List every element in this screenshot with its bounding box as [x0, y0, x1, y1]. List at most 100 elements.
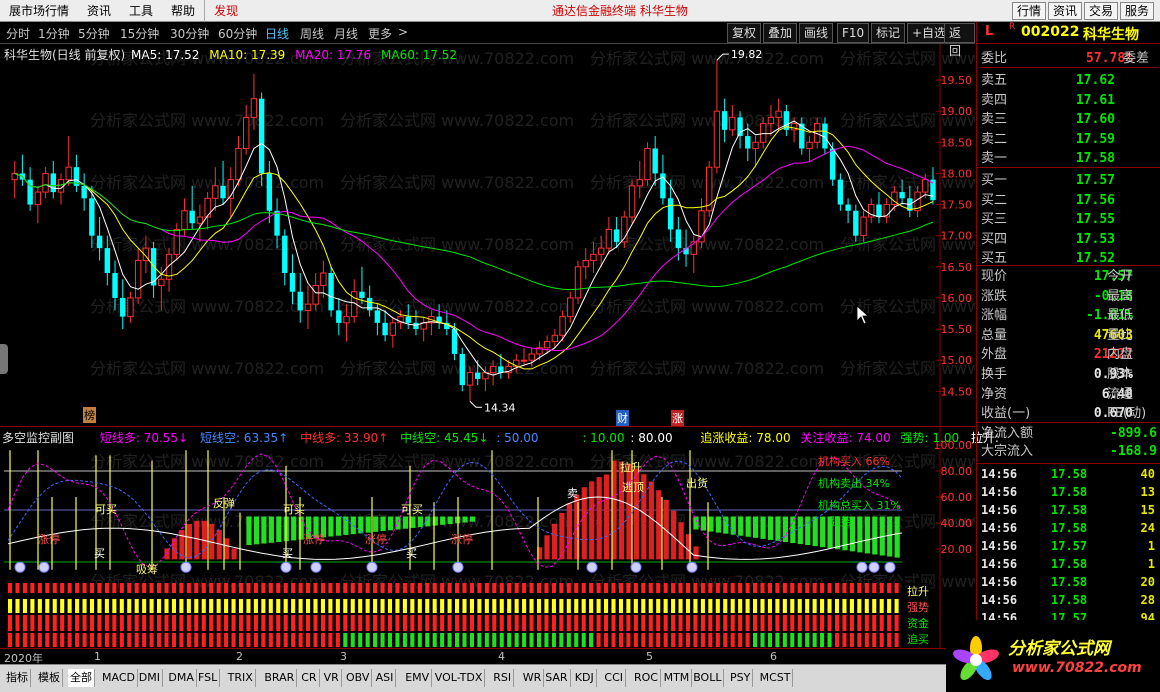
strip-red: [641, 583, 646, 593]
tab-[interactable]: 全部: [68, 669, 95, 687]
indicator-chart[interactable]: 分析家公式网 www.70822.com 分析家公式网 www.70822.com…: [0, 426, 999, 664]
tab-vr[interactable]: VR: [322, 669, 342, 687]
marker-bang[interactable]: 榜: [83, 407, 96, 423]
candlestick-chart[interactable]: 分析家公式网 www.70822.com 分析家公式网 www.70822.com…: [0, 44, 975, 426]
draw-button[interactable]: 画线: [799, 23, 834, 43]
strip-yellow: [283, 599, 288, 613]
period-weekly[interactable]: 周线: [300, 25, 324, 42]
tab-roc[interactable]: ROC: [632, 669, 661, 687]
chevron-right-icon[interactable]: >: [398, 25, 408, 39]
stat-row: 外盘 21227 内盘: [979, 345, 1159, 364]
tab-dma[interactable]: DMA: [166, 669, 197, 687]
tab-emv[interactable]: EMV: [403, 669, 433, 687]
ask-row: 卖二 17.59: [979, 130, 1159, 149]
signal-buy-1: 买: [94, 547, 105, 560]
period-1min[interactable]: 1分钟: [38, 25, 70, 42]
candle-body: [899, 192, 905, 199]
tab-cr[interactable]: CR: [299, 669, 320, 687]
strip-red: [67, 633, 72, 647]
side-handle[interactable]: [0, 344, 8, 374]
strip-red: [484, 615, 489, 631]
tab-psy[interactable]: PSY: [728, 669, 754, 687]
adjust-button[interactable]: 复权: [727, 23, 762, 43]
back-button[interactable]: 返回: [944, 23, 975, 58]
tab-[interactable]: 指标: [4, 669, 31, 687]
overlay-button[interactable]: 叠加: [763, 23, 798, 43]
ask-value: 17.60: [1075, 112, 1115, 128]
strip-yellow: [291, 599, 296, 613]
trade-button[interactable]: 交易: [1084, 2, 1119, 20]
strip-red: [171, 633, 176, 647]
strip-red: [365, 615, 370, 631]
strip-red: [730, 583, 735, 593]
strip-red: [864, 615, 869, 631]
marker-cai[interactable]: 财: [616, 410, 629, 426]
strip-green: [782, 633, 787, 647]
period-more[interactable]: 更多: [368, 25, 392, 42]
strip-red: [157, 615, 162, 631]
quote-button[interactable]: 行情: [1012, 2, 1047, 20]
news-button[interactable]: 资讯: [1048, 2, 1083, 20]
tab-[interactable]: 模板: [36, 669, 63, 687]
watermark: 分析家公式网 www.70822.com: [590, 359, 824, 378]
strip-green: [753, 633, 758, 647]
period-5min[interactable]: 5分钟: [78, 25, 110, 42]
strip-green: [581, 633, 586, 647]
strip-yellow: [82, 599, 87, 613]
inst-sell-bar: [335, 516, 342, 536]
candle-body: [574, 266, 582, 299]
right-label-fund: 资金: [907, 615, 929, 631]
tab-asi[interactable]: ASI: [374, 669, 397, 687]
strip-red: [298, 633, 303, 647]
menu-item-help[interactable]: 帮助: [162, 0, 204, 22]
strip-green: [365, 633, 370, 647]
strip-red: [753, 615, 758, 631]
tick-row: 14:56 17.57 1: [979, 537, 1159, 555]
tab-dmi[interactable]: DMI: [137, 669, 164, 687]
inst-sell-bar: [797, 516, 803, 545]
period-15min[interactable]: 15分钟: [120, 25, 159, 42]
tab-macd[interactable]: MACD: [100, 669, 138, 687]
ask-value: 17.58: [1075, 151, 1115, 167]
tab-cci[interactable]: CCI: [602, 669, 626, 687]
period-monthly[interactable]: 月线: [334, 25, 358, 42]
tab-boll[interactable]: BOLL: [691, 669, 725, 687]
tab-brar[interactable]: BRAR: [262, 669, 298, 687]
tab-mcst[interactable]: MCST: [758, 669, 794, 687]
candle-body: [745, 136, 751, 149]
tab-wr[interactable]: WR: [521, 669, 545, 687]
menu-item-market[interactable]: 展市场行情: [0, 0, 78, 22]
strip-red: [812, 583, 817, 593]
tab-voltdx[interactable]: VOL-TDX: [433, 669, 486, 687]
period-tick[interactable]: 分时: [6, 25, 30, 42]
inst-sell-bar: [447, 516, 453, 525]
strip-red: [440, 583, 445, 593]
marker-zhang[interactable]: 涨: [671, 410, 684, 426]
tab-sar[interactable]: SAR: [543, 669, 571, 687]
mark-button[interactable]: 标记: [871, 23, 906, 43]
period-daily[interactable]: 日线: [265, 25, 289, 42]
tab-mtm[interactable]: MTM: [662, 669, 693, 687]
logo-brand: 分析家公式网: [1008, 639, 1110, 659]
tick-price: 17.57: [1051, 539, 1088, 553]
tab-trix[interactable]: TRIX: [226, 669, 256, 687]
period-60min[interactable]: 60分钟: [218, 25, 257, 42]
tab-obv[interactable]: OBV: [344, 669, 373, 687]
menu-item-tools[interactable]: 工具: [120, 0, 162, 22]
period-30min[interactable]: 30分钟: [170, 25, 209, 42]
strip-red: [328, 615, 333, 631]
strip-red: [723, 583, 728, 593]
tab-fsl[interactable]: FSL: [196, 669, 221, 687]
strip-green: [447, 633, 452, 647]
tab-rsi[interactable]: RSI: [491, 669, 515, 687]
f10-button[interactable]: F10: [837, 23, 870, 43]
strip-green: [514, 633, 519, 647]
menu-item-discover[interactable]: 发现: [204, 0, 247, 22]
tab-kdj[interactable]: KDJ: [573, 669, 597, 687]
candle-body: [158, 278, 165, 286]
menu-item-news[interactable]: 资讯: [78, 0, 120, 22]
ask-row: 卖一 17.58: [979, 149, 1159, 168]
strip-green: [387, 633, 393, 647]
strip-red: [581, 583, 586, 593]
service-button[interactable]: 服务: [1120, 2, 1155, 20]
